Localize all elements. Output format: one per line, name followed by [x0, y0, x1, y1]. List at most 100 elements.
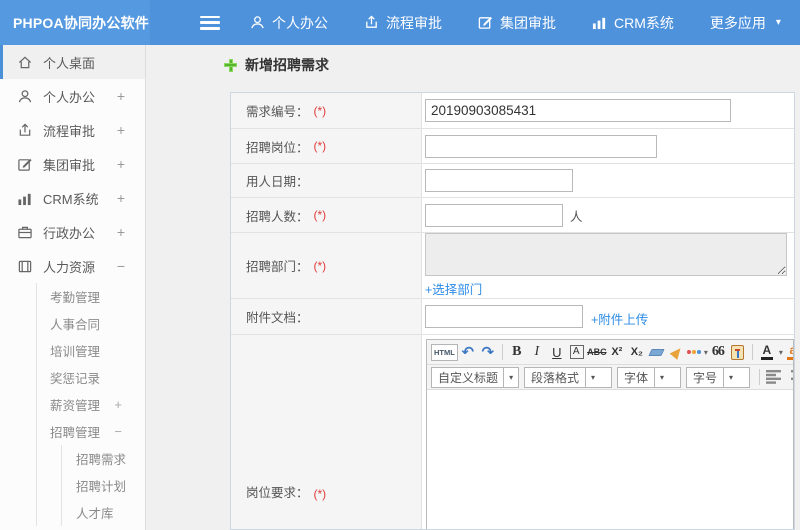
blockquote-button[interactable]: 66	[708, 342, 728, 362]
font-size-select[interactable]: 字号 ▾	[686, 366, 750, 388]
strikethrough-button[interactable]: ABC	[587, 342, 607, 362]
bold-button[interactable]: B	[507, 342, 527, 362]
sidebar-item-recruitment-plan[interactable]: 招聘计划	[62, 472, 145, 499]
rich-text-editor: HTML ↶ ↷ B I U A ABC X² X₂ ▾ 66 A ▾ 自定义标…	[426, 339, 794, 529]
workflow-icon	[19, 123, 31, 136]
department-textarea[interactable]	[425, 233, 787, 276]
redo-icon[interactable]: ↷	[478, 342, 498, 362]
required-marker: (*)	[313, 139, 327, 153]
main-content: 新增招聘需求 需求编号： (*) 招聘岗位： (*) 用人日期：	[147, 45, 800, 530]
collapse-minus-icon[interactable]: −	[117, 258, 125, 274]
underline-button[interactable]: U	[547, 342, 567, 362]
recruitment-submenu: 招聘需求 招聘计划 人才库	[61, 445, 145, 526]
align-center-icon[interactable]	[789, 367, 793, 387]
paragraph-format-select[interactable]: 段落格式 ▾	[524, 366, 612, 388]
format-painter-button[interactable]	[667, 342, 687, 362]
expand-plus-icon[interactable]: +	[117, 122, 125, 138]
custom-heading-select[interactable]: 自定义标题 ▾	[431, 366, 519, 388]
font-color-button[interactable]: A	[757, 342, 777, 362]
sidebar-item-group-approval[interactable]: 集团审批 +	[0, 147, 145, 181]
editor-toolbar-row1: HTML ↶ ↷ B I U A ABC X² X₂ ▾ 66 A ▾	[427, 340, 793, 365]
headcount-input[interactable]	[425, 203, 563, 227]
field-label: 招聘岗位：	[246, 140, 309, 155]
clipboard-icon	[731, 344, 745, 360]
field-label: 招聘部门：	[246, 260, 309, 274]
attachment-input[interactable]	[425, 305, 583, 328]
hamburger-menu-icon[interactable]	[200, 15, 220, 30]
sidebar-item-personal-desktop[interactable]: 个人桌面	[0, 45, 145, 79]
topnav-group-approval[interactable]: 集团审批	[478, 13, 556, 33]
brush-icon	[669, 344, 685, 360]
workflow-icon	[366, 15, 377, 28]
field-label: 需求编号：	[246, 105, 309, 119]
sidebar-item-training-management[interactable]: 培训管理	[37, 337, 145, 364]
topnav-more-apps[interactable]: 更多应用	[710, 13, 766, 33]
form-row-request-number: 需求编号： (*)	[231, 93, 794, 129]
required-marker: (*)	[313, 103, 327, 118]
book-icon	[18, 260, 32, 272]
sidebar-item-talent-pool[interactable]: 人才库	[62, 499, 145, 526]
sidebar-item-crm-system[interactable]: CRM系统 +	[0, 181, 145, 215]
expand-plus-icon[interactable]: +	[114, 397, 122, 412]
subscript-button[interactable]: X₂	[627, 342, 647, 362]
briefcase-icon	[18, 226, 32, 238]
expand-plus-icon[interactable]: +	[117, 224, 125, 240]
sidebar: 个人桌面 个人办公 + 流程审批 + 集团审批 + CRM系统 + 行政办公 +…	[0, 45, 146, 530]
font-family-select[interactable]: 字体 ▾	[617, 366, 681, 388]
expand-plus-icon[interactable]: +	[117, 190, 125, 206]
align-left-icon[interactable]	[764, 367, 784, 387]
editor-content-area[interactable]	[427, 390, 793, 529]
form-row-attachment: 附件文档： +附件上传	[231, 299, 794, 335]
sidebar-item-reward-punishment[interactable]: 奖惩记录	[37, 364, 145, 391]
hire-date-input[interactable]	[425, 169, 573, 192]
sidebar-item-recruitment-request[interactable]: 招聘需求	[62, 445, 145, 472]
sidebar-item-attendance-management[interactable]: 考勤管理	[37, 283, 145, 310]
recruitment-request-form: 需求编号： (*) 招聘岗位： (*) 用人日期：	[230, 92, 795, 530]
position-input[interactable]	[425, 134, 657, 158]
form-row-position: 招聘岗位： (*)	[231, 129, 794, 164]
bar-chart-icon	[18, 193, 31, 205]
required-marker: (*)	[313, 258, 327, 273]
italic-button[interactable]: I	[527, 342, 547, 362]
unit-suffix: 人	[570, 209, 583, 224]
remove-format-button[interactable]	[647, 342, 667, 362]
person-icon	[251, 16, 264, 29]
undo-icon[interactable]: ↶	[458, 342, 478, 362]
char-border-button[interactable]: A	[567, 342, 587, 362]
bar-chart-icon	[592, 17, 606, 30]
chevron-down-icon[interactable]: ▾	[776, 17, 781, 28]
paste-button[interactable]	[728, 342, 748, 362]
collapse-minus-icon[interactable]: −	[114, 424, 122, 439]
field-label: 附件文档：	[246, 311, 309, 325]
request-number-input[interactable]	[425, 99, 731, 122]
field-label: 岗位要求：	[246, 486, 309, 500]
chevron-down-icon: ▾	[503, 367, 518, 387]
editor-toolbar-row2: 自定义标题 ▾ 段落格式 ▾ 字体 ▾ 字号 ▾	[427, 365, 793, 390]
expand-plus-icon[interactable]: +	[117, 156, 125, 172]
form-row-headcount: 招聘人数： (*) 人	[231, 198, 794, 233]
background-color-button[interactable]: a	[783, 342, 793, 362]
html-source-button[interactable]: HTML	[431, 343, 458, 361]
topnav-crm-system[interactable]: CRM系统	[592, 13, 674, 33]
chevron-down-icon: ▾	[723, 367, 738, 387]
chevron-down-icon: ▾	[585, 367, 600, 387]
topnav-workflow-approval[interactable]: 流程审批	[364, 13, 442, 33]
expand-plus-icon[interactable]: +	[117, 88, 125, 104]
emoji-dots-icon	[686, 350, 702, 354]
superscript-button[interactable]: X²	[607, 342, 627, 362]
sidebar-item-salary-management[interactable]: 薪资管理 +	[37, 391, 145, 418]
emoji-button[interactable]: ▾	[686, 342, 708, 362]
top-navigation: 个人办公 流程审批 集团审批 CRM系统 更多应用 ▾	[250, 13, 781, 33]
topnav-personal-office[interactable]: 个人办公	[250, 13, 328, 33]
toolbar-separator	[751, 344, 753, 360]
select-department-link[interactable]: +选择部门	[425, 279, 482, 298]
hr-submenu: 考勤管理 人事合同 培训管理 奖惩记录 薪资管理 + 招聘管理 − 招聘需求 招…	[36, 283, 145, 526]
sidebar-item-personal-office[interactable]: 个人办公 +	[0, 79, 145, 113]
top-bar: PHPOA协同办公软件 个人办公 流程审批 集团审批 CRM系统 更多应用 ▾	[0, 0, 800, 45]
sidebar-item-administration[interactable]: 行政办公 +	[0, 215, 145, 249]
sidebar-item-human-resources[interactable]: 人力资源 −	[0, 249, 145, 283]
sidebar-item-recruitment-management[interactable]: 招聘管理 −	[37, 418, 145, 445]
sidebar-item-workflow-approval[interactable]: 流程审批 +	[0, 113, 145, 147]
sidebar-item-personnel-contract[interactable]: 人事合同	[37, 310, 145, 337]
attachment-upload-link[interactable]: +附件上传	[591, 309, 648, 328]
